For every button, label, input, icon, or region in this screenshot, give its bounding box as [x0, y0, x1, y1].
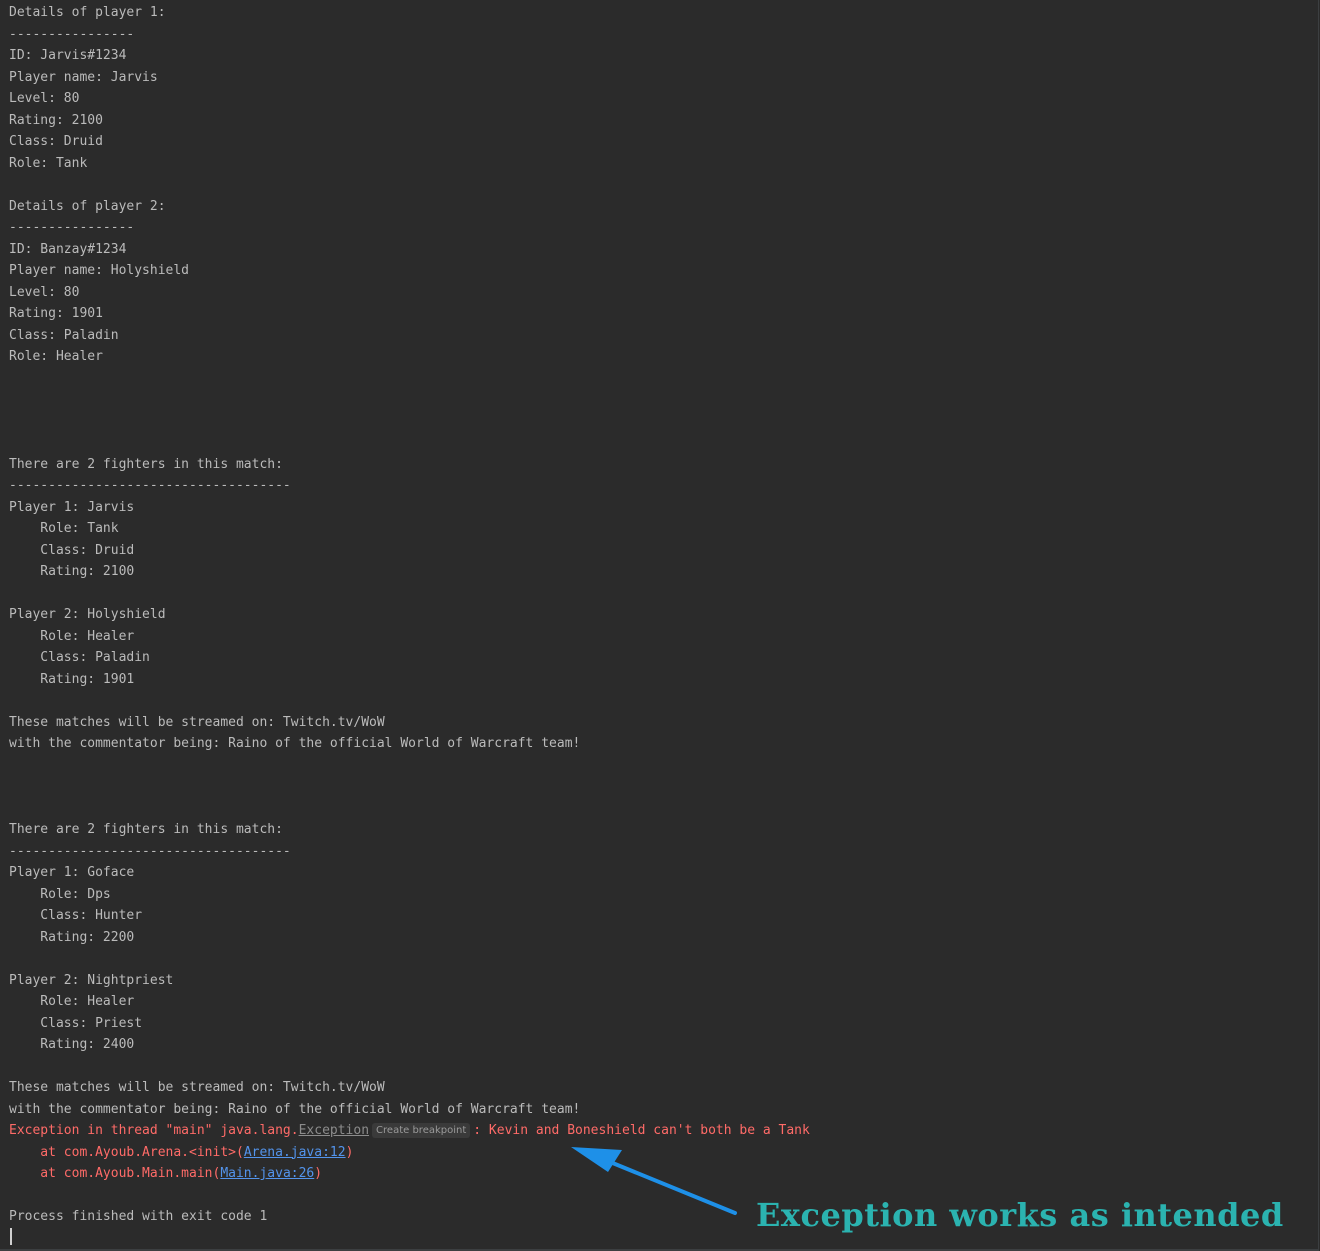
exception-class-link[interactable]: Exception [299, 1123, 369, 1138]
console-line: Role: Tank [9, 521, 119, 536]
exception-prefix: Exception in thread "main" java.lang. [9, 1123, 299, 1138]
console-line: Details of player 2: [9, 198, 166, 214]
console-line: Class: Paladin [9, 650, 150, 665]
stack-trace-suffix: ) [345, 1144, 354, 1160]
console-line: Player name: Holyshield [9, 263, 190, 278]
console-line: with the commentator being: Raino of the… [9, 1101, 581, 1117]
console-line: Role: Healer [9, 994, 135, 1009]
console-line: Player 2: Holyshield [9, 607, 166, 622]
console-line: Class: Paladin [9, 327, 119, 343]
console-line: Class: Priest [9, 1015, 143, 1031]
console-line: Level: 80 [9, 284, 80, 300]
console-line: Rating: 2100 [9, 112, 103, 128]
stack-trace-source-link[interactable]: Main.java:26 [220, 1166, 314, 1181]
console-line: There are 2 fighters in this match: [9, 822, 283, 837]
console-line: These matches will be streamed on: Twitc… [9, 714, 385, 730]
console-line: ------------------------------------ [9, 843, 291, 859]
console-line: Level: 80 [9, 91, 80, 106]
console-line: Player name: Jarvis [9, 69, 158, 85]
console-line: ------------------------------------ [9, 478, 291, 493]
console-line: Role: Tank [9, 155, 88, 171]
console-lines: Details of player 1: ---------------- ID: … [9, 2, 810, 1228]
console-line: with the commentator being: Raino of the… [9, 736, 581, 751]
text-cursor [10, 1228, 12, 1245]
blank-line [9, 1185, 810, 1207]
console-line: Player 1: Goface [9, 865, 135, 880]
console-line: Details of player 1: [9, 5, 166, 20]
stack-trace-prefix: at com.Ayoub.Main.main( [9, 1166, 221, 1181]
create-breakpoint-button[interactable]: Create breakpoint [372, 1123, 471, 1138]
console-line: Rating: 1901 [9, 671, 135, 687]
console-line: Player 1: Jarvis [9, 499, 135, 515]
console-line: Rating: 2400 [9, 1037, 135, 1052]
console-line: Role: Healer [9, 349, 103, 364]
console-line: ---------------- [9, 26, 135, 42]
console-line: Rating: 1901 [9, 306, 103, 321]
console-line: Player 2: Nightpriest [9, 972, 174, 988]
console-line: ---------------- [9, 220, 135, 235]
console-line: Class: Hunter [9, 908, 143, 923]
stack-trace-suffix: ) [314, 1166, 323, 1181]
process-exit-message: Process finished with exit code 1 [9, 1209, 268, 1224]
annotation-caption: Exception works as intended [756, 1196, 1284, 1234]
stack-trace-prefix: at com.Ayoub.Arena.<init>( [9, 1144, 244, 1160]
exception-line: Exception in thread "main" java.lang.Exc… [9, 1120, 810, 1142]
console-line: Class: Druid [9, 134, 103, 149]
stack-trace-line: at com.Ayoub.Main.main(Main.java:26) [9, 1163, 810, 1185]
run-console-output[interactable]: Details of player 1: ---------------- ID: … [0, 0, 1319, 1251]
stack-trace-source-link[interactable]: Arena.java:12 [244, 1145, 346, 1160]
console-line: ID: Jarvis#1234 [9, 48, 127, 63]
console-line: Role: Healer [9, 628, 135, 644]
exception-message: : Kevin and Boneshield can't both be a T… [473, 1123, 810, 1138]
console-line: Role: Dps [9, 886, 111, 902]
console-line: These matches will be streamed on: Twitc… [9, 1080, 385, 1095]
console-line: Rating: 2200 [9, 929, 135, 945]
stack-trace-line: at com.Ayoub.Arena.<init>(Arena.java:12) [9, 1142, 810, 1164]
console-line: Rating: 2100 [9, 564, 135, 579]
console-line: Class: Druid [9, 542, 135, 558]
console-line: ID: Banzay#1234 [9, 241, 127, 257]
console-line: There are 2 fighters in this match: [9, 456, 283, 472]
